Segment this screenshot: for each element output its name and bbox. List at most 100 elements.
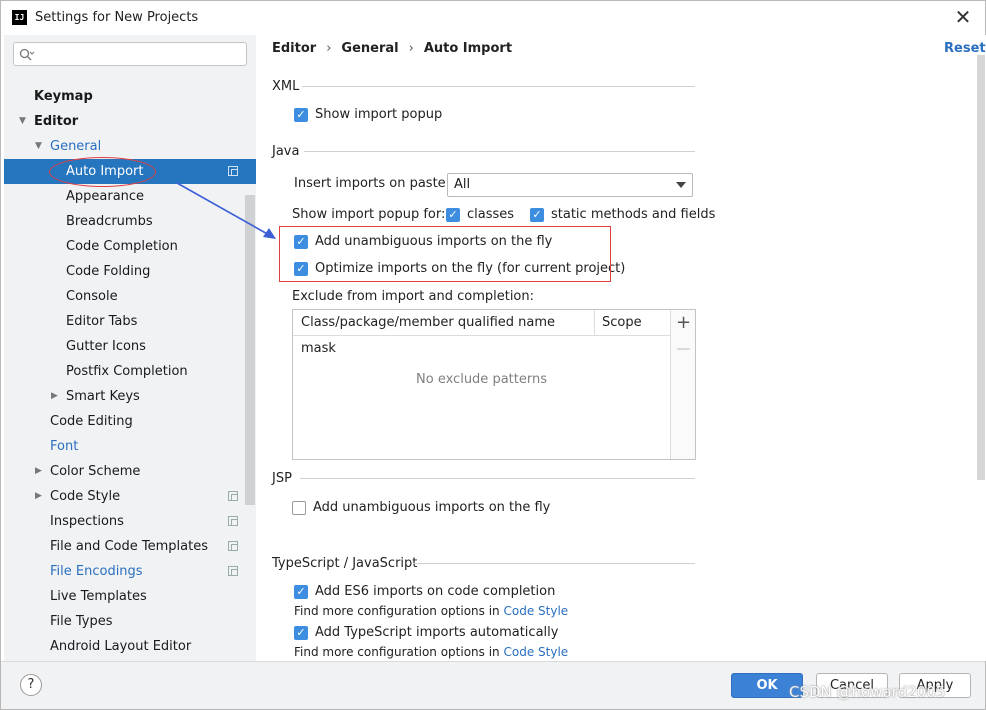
intellij-app-icon: IJ	[12, 10, 27, 25]
sidebar-item-code-folding[interactable]: Code Folding	[4, 259, 256, 284]
sidebar-item-label: Keymap	[34, 89, 93, 104]
title-bar: IJ Settings for New Projects ✕	[1, 1, 985, 35]
section-divider	[304, 151, 695, 152]
sidebar-item-smart-keys[interactable]: ▶ Smart Keys	[4, 384, 256, 409]
annotation-rectangle	[279, 226, 611, 282]
search-field[interactable]	[38, 45, 238, 63]
sidebar-item-label: Gutter Icons	[66, 339, 146, 354]
sidebar-item-gutter-icons[interactable]: Gutter Icons	[4, 334, 256, 359]
checkbox-label: Add ES6 imports on code completion	[315, 584, 556, 599]
sidebar-item-editor-tabs[interactable]: Editor Tabs	[4, 309, 256, 334]
sidebar-item-label: Android Layout Editor	[50, 639, 192, 654]
exclude-label: Exclude from import and completion:	[292, 289, 534, 304]
code-style-link[interactable]: Code Style	[503, 645, 568, 659]
watermark-text: CSDN @howard2005	[789, 683, 946, 701]
sidebar-item-label: Live Templates	[50, 589, 147, 604]
code-style-link[interactable]: Code Style	[503, 604, 568, 618]
checkbox-label: classes	[467, 207, 515, 222]
checkbox-checked-icon[interactable]: ✓	[530, 208, 544, 222]
sidebar-item-label: Color Scheme	[50, 464, 141, 479]
sidebar-item-label: Postfix Completion	[66, 364, 188, 379]
sidebar-item-label: File Encodings	[50, 564, 143, 579]
collapse-arrow-icon[interactable]: ▶	[51, 384, 58, 409]
breadcrumb-general[interactable]: General	[341, 41, 398, 56]
help-button[interactable]: ?	[20, 674, 42, 696]
collapse-arrow-icon[interactable]: ▶	[35, 484, 42, 509]
project-scope-icon	[228, 516, 238, 526]
sidebar-item-label: Code Editing	[50, 414, 133, 429]
sidebar-item-postfix-completion[interactable]: Postfix Completion	[4, 359, 256, 384]
column-header-scope[interactable]: Scope	[595, 310, 670, 336]
collapse-arrow-icon[interactable]: ▶	[35, 459, 42, 484]
annotation-ellipse	[49, 157, 156, 187]
section-title-typescript: TypeScript / JavaScript	[272, 556, 418, 571]
sidebar-item-code-style[interactable]: ▶ Code Style	[4, 484, 256, 509]
settings-content: Editor › General › Auto Import Reset XML ✓ S…	[256, 35, 986, 661]
sidebar-item-label: Breadcrumbs	[66, 214, 153, 229]
checkbox-unchecked-icon[interactable]	[292, 501, 306, 515]
show-popup-for-label: Show import popup for:	[292, 207, 446, 222]
window-title: Settings for New Projects	[35, 10, 199, 25]
search-icon	[19, 48, 35, 61]
checkbox-checked-icon[interactable]: ✓	[446, 208, 460, 222]
sidebar-item-general[interactable]: ▼ General	[4, 134, 256, 159]
breadcrumb-auto-import: Auto Import	[423, 41, 513, 56]
sidebar-item-label: Editor Tabs	[66, 314, 138, 329]
annotation-arrow	[176, 182, 276, 239]
project-scope-icon	[228, 541, 238, 551]
breadcrumb-separator: ›	[408, 41, 414, 56]
sidebar-item-label: Appearance	[66, 189, 145, 204]
note-text: Find more configuration options in	[294, 645, 504, 659]
reset-link[interactable]: Reset	[944, 41, 986, 56]
column-header-name-mask[interactable]: Class/package/member qualified name mask	[293, 310, 595, 356]
checkbox-label: Add unambiguous imports on the fly	[313, 500, 551, 515]
sidebar-item-editor[interactable]: ▼ Editor	[4, 109, 256, 134]
checkbox-checked-icon[interactable]: ✓	[294, 585, 308, 599]
section-title-java: Java	[272, 144, 300, 159]
section-divider	[302, 86, 695, 87]
sidebar-item-label: Console	[66, 289, 118, 304]
add-icon[interactable]: +	[671, 312, 696, 334]
sidebar-item-file-and-code-templates[interactable]: File and Code Templates	[4, 534, 256, 559]
checkbox-checked-icon[interactable]: ✓	[294, 108, 308, 122]
breadcrumb: Editor › General › Auto Import	[272, 41, 512, 56]
sidebar-item-code-editing[interactable]: Code Editing	[4, 409, 256, 434]
sidebar-item-inspections[interactable]: Inspections	[4, 509, 256, 534]
project-scope-icon	[228, 491, 238, 501]
breadcrumb-separator: ›	[326, 41, 332, 56]
content-scrollbar[interactable]	[977, 55, 985, 480]
exclude-patterns-table[interactable]: Class/package/member qualified name mask…	[292, 309, 696, 460]
insert-on-paste-label: Insert imports on paste:	[294, 176, 451, 191]
expand-arrow-icon[interactable]: ▼	[19, 109, 26, 134]
sidebar-item-label: File and Code Templates	[50, 539, 208, 554]
close-icon[interactable]: ✕	[953, 6, 973, 28]
chevron-down-icon	[676, 182, 686, 188]
checkbox-checked-icon[interactable]: ✓	[294, 626, 308, 640]
note-text: Find more configuration options in	[294, 604, 504, 618]
section-divider	[413, 563, 695, 564]
remove-icon[interactable]: —	[671, 338, 696, 360]
search-input[interactable]	[13, 42, 247, 66]
checkbox-label: Show import popup	[315, 107, 443, 122]
config-note: Find more configuration options in Code …	[294, 604, 568, 618]
expand-arrow-icon[interactable]: ▼	[35, 134, 42, 159]
section-title-jsp: JSP	[272, 471, 292, 486]
section-title-xml: XML	[272, 79, 300, 94]
breadcrumb-editor[interactable]: Editor	[272, 41, 316, 56]
checkbox-label: Add TypeScript imports automatically	[315, 625, 559, 640]
sidebar-item-font[interactable]: Font	[4, 434, 256, 459]
sidebar-item-file-encodings[interactable]: File Encodings	[4, 559, 256, 584]
sidebar-item-keymap[interactable]: Keymap	[4, 84, 256, 109]
table-toolbar: + —	[670, 310, 695, 459]
config-note: Find more configuration options in Code …	[294, 645, 568, 659]
sidebar-item-color-scheme[interactable]: ▶ Color Scheme	[4, 459, 256, 484]
sidebar-item-console[interactable]: Console	[4, 284, 256, 309]
sidebar-item-android-layout-editor[interactable]: Android Layout Editor	[4, 634, 256, 659]
sidebar-item-file-types[interactable]: File Types	[4, 609, 256, 634]
sidebar-item-label: Editor	[34, 114, 79, 129]
sidebar-item-live-templates[interactable]: Live Templates	[4, 584, 256, 609]
settings-window: IJ Settings for New Projects ✕ Keymap ▼ …	[0, 0, 986, 710]
section-divider	[300, 478, 695, 479]
insert-on-paste-select[interactable]: All	[447, 173, 693, 197]
sidebar-item-label: Code Style	[50, 489, 121, 504]
